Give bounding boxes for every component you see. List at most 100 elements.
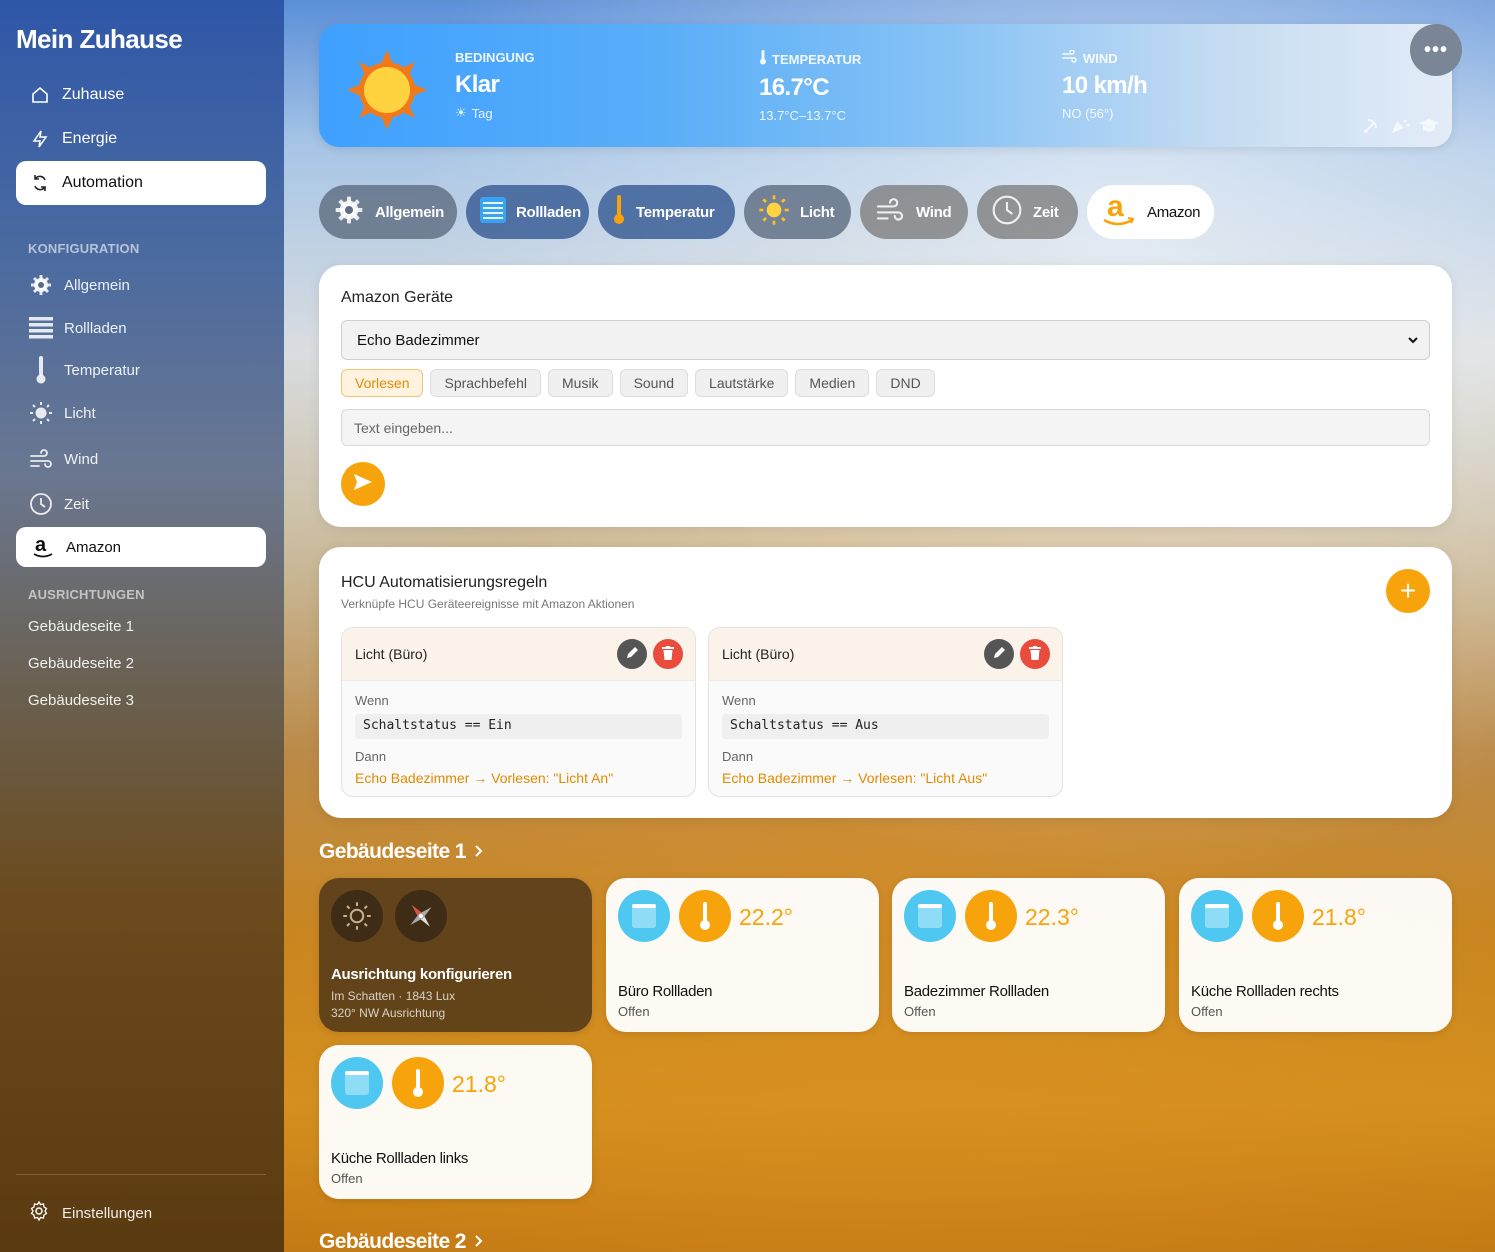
tab-licht[interactable]: Licht: [744, 185, 851, 239]
config-item-licht[interactable]: Licht: [28, 400, 96, 426]
tab-wind[interactable]: Wind: [860, 185, 968, 239]
chip-musik[interactable]: Musik: [548, 369, 613, 397]
tile-temperature: 22.3°: [1025, 904, 1079, 930]
orient-item-3[interactable]: Gebäudeseite 3: [28, 692, 134, 709]
party-icon: [1390, 118, 1410, 139]
chip-lautstaerke[interactable]: Lautstärke: [695, 369, 789, 397]
thermometer-icon: [392, 1057, 444, 1109]
config-item-rollladen[interactable]: Rollladen: [28, 315, 127, 341]
weather-banner: BEDINGUNG Klar ☀ Tag TEMPERATUR 16.7°C 13…: [319, 24, 1452, 147]
wind-label: WIND: [1062, 49, 1147, 66]
chip-vorlesen[interactable]: Vorlesen: [341, 369, 424, 397]
config-item-amazon[interactable]: a Amazon: [16, 527, 266, 567]
nav-item-automation[interactable]: Automation: [16, 161, 266, 205]
hcu-rules-card: HCU Automatisierungsregeln Verknüpfe HCU…: [319, 547, 1452, 818]
when-label: Wenn: [722, 693, 756, 708]
blind-tile[interactable]: 21.8° Küche Rollladen rechts Offen: [1179, 878, 1452, 1032]
tab-rollladen[interactable]: Rollladen: [466, 185, 589, 239]
config-item-wind[interactable]: Wind: [28, 446, 98, 472]
orientation-info: Im Schatten · 1843 Lux 320° NW Ausrichtun…: [331, 988, 455, 1022]
thermometer-icon: [965, 890, 1017, 942]
blind-tile[interactable]: 21.8° Küche Rollladen links Offen: [319, 1045, 592, 1199]
daytime: ☀ Tag: [455, 105, 534, 121]
blind-tile[interactable]: 22.2° Büro Rollladen Offen: [606, 878, 879, 1032]
tile-name: Badezimmer Rollladen: [904, 983, 1049, 1000]
tab-label: Rollladen: [516, 203, 581, 221]
chip-dnd[interactable]: DND: [876, 369, 935, 397]
device-select-value: Echo Badezimmer: [357, 332, 480, 349]
sidebar-divider: [16, 1174, 266, 1175]
amazon-devices-card: Amazon Geräte Echo Badezimmer Vorlesen S…: [319, 265, 1452, 527]
tile-name: Küche Rollladen rechts: [1191, 983, 1339, 1000]
rule-actions: [984, 639, 1050, 669]
orientation-tile[interactable]: Ausrichtung konfigurieren Im Schatten · …: [319, 878, 592, 1032]
chip-sound[interactable]: Sound: [619, 369, 689, 397]
tile-status: Offen: [1191, 1004, 1223, 1019]
config-label: Zeit: [64, 495, 90, 513]
thermometer-small-icon: [759, 50, 767, 68]
delete-rule-button[interactable]: [653, 639, 683, 669]
tab-temperatur[interactable]: Temperatur: [598, 185, 735, 239]
chip-sprachbefehl[interactable]: Sprachbefehl: [430, 369, 541, 397]
sun-icon: [28, 400, 54, 426]
amazon-icon: a: [30, 534, 56, 560]
edit-rule-button[interactable]: [984, 639, 1014, 669]
orient-item-2[interactable]: Gebäudeseite 2: [28, 655, 134, 672]
wind-icon: [28, 446, 54, 472]
group-heading-2[interactable]: Gebäudeseite 2: [319, 1230, 484, 1252]
weather-wind: WIND 10 km/h NO (56°): [1062, 49, 1148, 121]
chevron-right-icon: [474, 1230, 484, 1252]
plus-icon: +: [1399, 575, 1417, 606]
config-label: Allgemein: [64, 276, 130, 294]
window-icon: [1191, 890, 1243, 942]
thermometer-icon: [28, 356, 54, 384]
group-heading-1[interactable]: Gebäudeseite 1: [319, 840, 484, 864]
weather-condition: BEDINGUNG Klar ☀ Tag: [455, 50, 534, 121]
hcu-title: HCU Automatisierungsregeln: [341, 574, 548, 591]
tile-status: Offen: [904, 1004, 936, 1019]
tab-zeit[interactable]: Zeit: [977, 185, 1078, 239]
nav-label: Zuhause: [62, 86, 125, 103]
trash-icon: [1029, 645, 1041, 663]
tab-allgemein[interactable]: Allgemein: [319, 185, 457, 239]
edit-rule-button[interactable]: [617, 639, 647, 669]
send-button[interactable]: [341, 462, 385, 506]
thermometer-icon: [612, 195, 626, 229]
sidebar: Mein Zuhause Zuhause Energie Automation …: [0, 0, 284, 1252]
clock-icon: [28, 491, 54, 517]
window-icon: [904, 890, 956, 942]
config-item-temperatur[interactable]: Temperatur: [28, 356, 140, 384]
tab-label: Allgemein: [375, 203, 444, 221]
text-input[interactable]: Text eingeben...: [341, 409, 1430, 446]
nav-label: Energie: [62, 130, 118, 147]
rule-title: Licht (Büro): [355, 646, 428, 662]
more-options-button[interactable]: •••: [1410, 24, 1462, 76]
tab-amazon[interactable]: a Amazon: [1087, 185, 1214, 239]
tab-label: Temperatur: [636, 203, 715, 221]
device-select[interactable]: Echo Badezimmer: [341, 320, 1430, 360]
rule-card: Licht (Büro) Wenn Schaltstatus == Ein Da…: [341, 627, 696, 797]
rule-action: Echo Badezimmer → Vorlesen: "Licht An": [355, 770, 614, 786]
gear-icon: [28, 272, 54, 298]
svg-text:a: a: [1107, 191, 1124, 223]
settings-label: Einstellungen: [62, 1204, 153, 1222]
orient-item-1[interactable]: Gebäudeseite 1: [28, 618, 134, 635]
nav-item-zuhause[interactable]: Zuhause: [16, 74, 266, 116]
settings-gear-icon: [28, 1200, 50, 1226]
nav-item-energie[interactable]: Energie: [16, 118, 266, 160]
delete-rule-button[interactable]: [1020, 639, 1050, 669]
add-rule-button[interactable]: +: [1386, 569, 1430, 613]
condition-label: BEDINGUNG: [455, 50, 535, 65]
tile-temperature: 21.8°: [1312, 904, 1366, 930]
rule-action: Echo Badezimmer → Vorlesen: "Licht Aus": [722, 770, 988, 786]
send-icon: [353, 473, 373, 496]
chevron-right-icon: [474, 840, 484, 864]
config-item-allgemein[interactable]: Allgemein: [28, 272, 130, 298]
temperature-label: TEMPERATUR: [759, 50, 861, 68]
wind-direction: NO (56°): [1062, 106, 1114, 121]
settings-link[interactable]: Einstellungen: [28, 1200, 152, 1226]
chip-medien[interactable]: Medien: [795, 369, 870, 397]
blinds-icon: [480, 197, 506, 227]
config-item-zeit[interactable]: Zeit: [28, 491, 89, 517]
blind-tile[interactable]: 22.3° Badezimmer Rollladen Offen: [892, 878, 1165, 1032]
